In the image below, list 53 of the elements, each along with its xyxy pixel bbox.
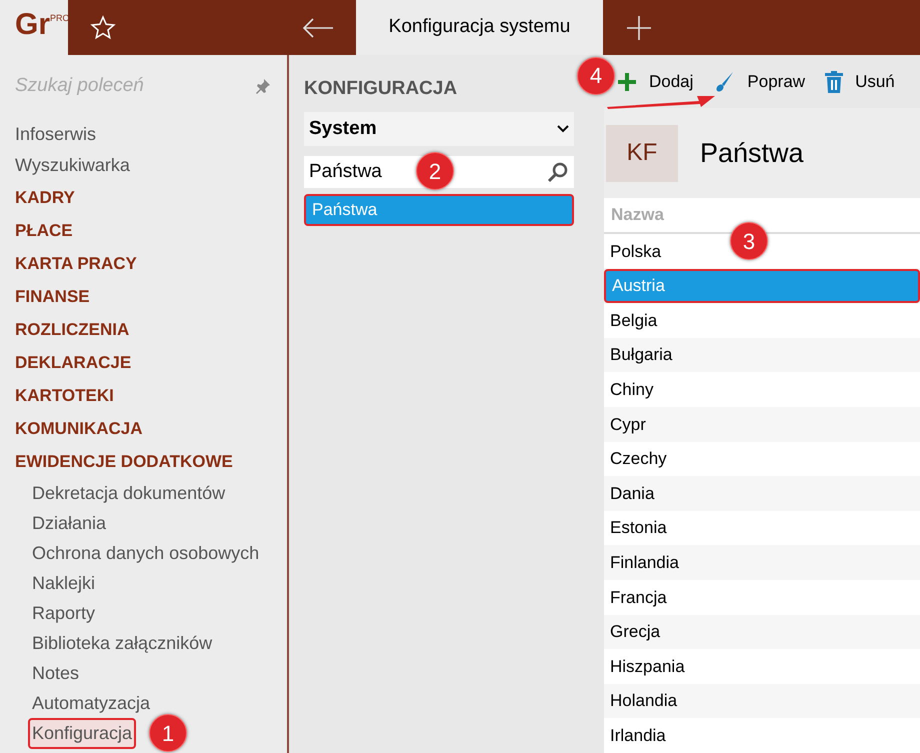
- toolbar-button[interactable]: Popraw: [747, 68, 806, 94]
- menu-link[interactable]: Naklejki: [28, 568, 100, 598]
- table-row[interactable]: Estonia: [604, 510, 920, 546]
- back-arrow-icon[interactable]: [302, 18, 334, 38]
- table-row[interactable]: Czechy: [604, 442, 920, 476]
- table-row[interactable]: Holandia: [604, 684, 920, 718]
- search-icon[interactable]: [547, 161, 569, 183]
- menu-section[interactable]: EWIDENCJE DODATKOWE: [0, 445, 287, 478]
- plus-icon: [617, 72, 637, 92]
- menu-section[interactable]: KADRY: [0, 181, 287, 214]
- category-dropdown[interactable]: System: [304, 112, 574, 146]
- menu-link[interactable]: Działania: [28, 508, 110, 538]
- page-title: Państwa: [700, 136, 804, 170]
- menu-link[interactable]: Ochrona danych osobowych: [28, 538, 264, 568]
- menu-section[interactable]: DEKLARACJE: [0, 346, 287, 379]
- star-icon[interactable]: [90, 14, 116, 40]
- toolbar-button[interactable]: Dodaj: [649, 68, 694, 94]
- trash-icon: [825, 70, 844, 93]
- menu-section[interactable]: KARTA PRACY: [0, 247, 287, 280]
- section-heading: KONFIGURACJA: [304, 77, 458, 99]
- step-number-badge: 3: [730, 222, 768, 260]
- table-row[interactable]: Finlandia: [604, 545, 920, 580]
- table-row[interactable]: Irlandia: [604, 718, 920, 753]
- initials-avatar: KF: [606, 124, 678, 182]
- table-row[interactable]: Bułgaria: [604, 338, 920, 372]
- table-row[interactable]: Hiszpania: [604, 649, 920, 684]
- menu-section[interactable]: KOMUNIKACJA: [0, 412, 287, 445]
- step-number-badge: 1: [149, 714, 187, 752]
- table-row[interactable]: Belgia: [604, 303, 920, 338]
- chevron-down-icon: [557, 125, 569, 133]
- menu-section[interactable]: FINANSE: [0, 280, 287, 313]
- step-number-badge: 2: [416, 152, 454, 190]
- menu-link[interactable]: Wyszukiwarka: [0, 150, 287, 181]
- menu-section[interactable]: ROZLICZENIA: [0, 313, 287, 346]
- menu-link[interactable]: Konfiguracja: [28, 718, 136, 748]
- table-row[interactable]: Dania: [604, 476, 920, 511]
- table-row[interactable]: Chiny: [604, 372, 920, 408]
- search-field[interactable]: Państwa: [309, 158, 382, 186]
- plus-icon[interactable]: [626, 14, 652, 40]
- menu-link[interactable]: Raporty: [28, 598, 100, 628]
- table-row[interactable]: Grecja: [604, 614, 920, 650]
- menu-link[interactable]: Dekretacja dokumentów: [28, 478, 230, 508]
- menu-link[interactable]: Notes: [28, 658, 84, 688]
- menu-link[interactable]: Biblioteka załączników: [28, 628, 216, 658]
- pin-icon[interactable]: [255, 78, 271, 94]
- active-tab[interactable]: Konfiguracja systemu: [356, 0, 603, 55]
- table-row[interactable]: Cypr: [604, 407, 920, 442]
- toolbar-button[interactable]: Usuń: [855, 68, 895, 94]
- menu-link[interactable]: Infoserwis: [0, 119, 287, 150]
- table-row[interactable]: Francja: [604, 580, 920, 615]
- step-number-badge: 4: [577, 56, 615, 95]
- menu-section[interactable]: KARTOTEKI: [0, 379, 287, 412]
- menu-section[interactable]: PŁACE: [0, 214, 287, 247]
